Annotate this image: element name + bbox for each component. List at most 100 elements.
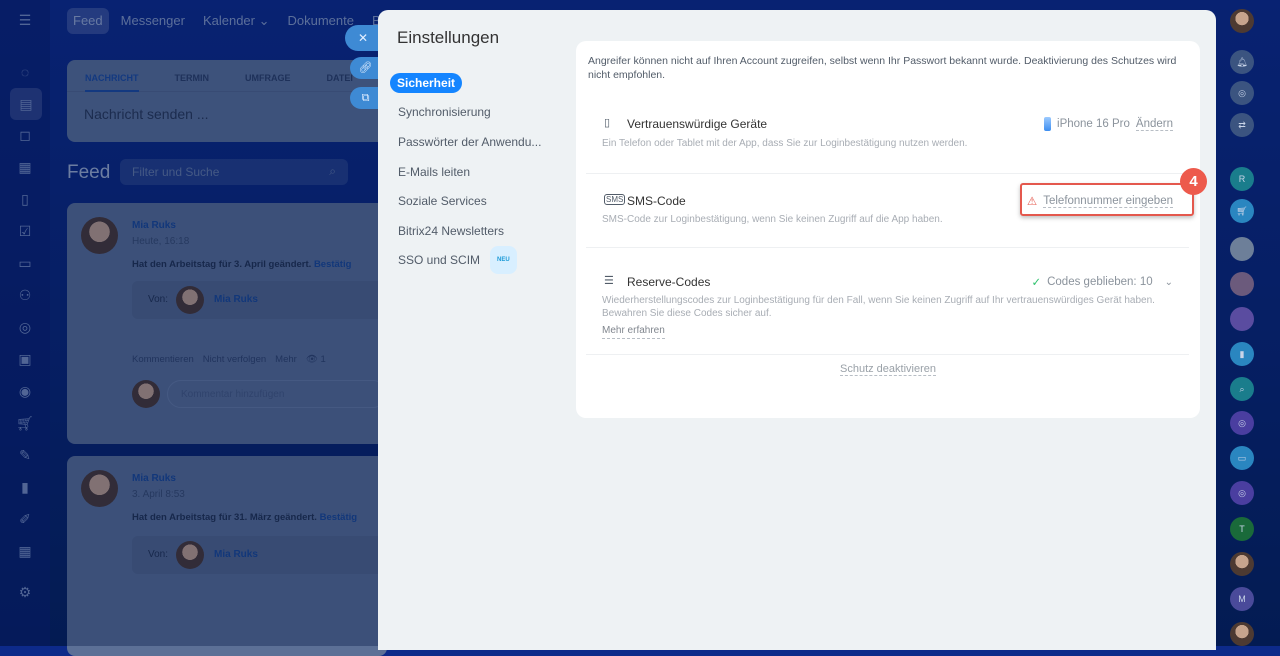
menu-item-email-forwarding[interactable]: E-Mails leiten xyxy=(390,157,549,187)
tasks-icon[interactable]: ☑ xyxy=(13,219,37,243)
codes-status[interactable]: ✓ Codes geblieben: 10 ⌄ xyxy=(1031,275,1173,289)
document-icon[interactable]: ▯ xyxy=(13,187,37,211)
trusted-devices-row: ▯ Vertrauenswürdige Geräte Ein Telefon o… xyxy=(586,99,1189,174)
user-avatar[interactable] xyxy=(1230,9,1254,33)
from-box: Von: Mia Ruks xyxy=(132,281,392,319)
feed-icon[interactable]: ▤ xyxy=(10,88,42,120)
menu-item-app-passwords[interactable]: Passwörter der Anwendu... xyxy=(390,127,549,157)
menu-item-label: Bitrix24 Newsletters xyxy=(398,223,505,238)
nav-feed[interactable]: Feed xyxy=(67,8,109,34)
schedule-icon[interactable]: ▦ xyxy=(13,539,37,563)
chat-avatar-t[interactable]: T xyxy=(1230,517,1254,541)
chat-icon[interactable]: ◻ xyxy=(13,123,37,147)
page-title: Einstellungen xyxy=(397,28,500,47)
post-text-body: Hat den Arbeitstag für 3. April geändert… xyxy=(132,259,312,270)
settings-menu: Sicherheit Synchronisierung Passwörter d… xyxy=(390,68,549,275)
open-new-window-button[interactable]: ⧉ xyxy=(350,87,381,109)
copy-link-button[interactable]: 🔗︎ xyxy=(350,57,381,79)
tab-umfrage[interactable]: UMFRAGE xyxy=(245,73,291,91)
avatar-letter: M xyxy=(1238,594,1246,604)
learn-more-link[interactable]: Mehr erfahren xyxy=(602,325,665,339)
filter-search-input[interactable]: Filter und Suche ⌕ xyxy=(120,159,348,185)
chat-avatar[interactable] xyxy=(1230,307,1254,331)
feed-post: Mia Ruks 3. April 8:53 Hat den Arbeitsta… xyxy=(67,456,392,656)
sites-icon[interactable]: ◎ xyxy=(13,315,37,339)
avatar-letter: T xyxy=(1239,524,1245,534)
unfollow-link[interactable]: Nicht verfolgen xyxy=(203,354,266,365)
search-chat-icon[interactable]: ⌕ xyxy=(1230,377,1254,401)
security-card: Angreifer können nicht auf Ihren Account… xyxy=(576,41,1207,418)
bookmark-icon[interactable]: ▮ xyxy=(1230,342,1254,366)
sign-icon[interactable]: ✎ xyxy=(13,443,37,467)
row-description: Ein Telefon oder Tablet mit der App, das… xyxy=(602,138,968,149)
menu-item-social-services[interactable]: Soziale Services xyxy=(390,186,549,216)
more-link[interactable]: Mehr xyxy=(275,354,297,365)
menu-item-synchronisierung[interactable]: Synchronisierung xyxy=(390,98,549,128)
chat-avatar-m[interactable]: M xyxy=(1230,587,1254,611)
target-icon[interactable]: ◉ xyxy=(13,379,37,403)
menu-item-sicherheit[interactable]: Sicherheit xyxy=(390,68,549,98)
chat-avatar[interactable] xyxy=(1230,272,1254,296)
post-date: Heute, 16:18 xyxy=(132,236,190,247)
nav-messenger[interactable]: Messenger xyxy=(115,8,191,34)
message-input[interactable]: Nachricht senden ... xyxy=(67,92,387,136)
views-count: 👁︎ 1 xyxy=(305,354,326,365)
menu-item-newsletters[interactable]: Bitrix24 Newsletters xyxy=(390,216,549,246)
deactivate-link[interactable]: Schutz deaktivieren xyxy=(840,363,936,376)
confirm-link[interactable]: Bestätig xyxy=(314,259,351,270)
post-text: Hat den Arbeitstag für 31. März geändert… xyxy=(132,512,357,523)
deactivate-protection: Schutz deaktivieren xyxy=(576,363,1200,376)
analytics-icon[interactable]: ▮ xyxy=(13,475,37,499)
tab-datei[interactable]: DATEI xyxy=(327,73,353,91)
nav-calendar[interactable]: Kalender ⌄ xyxy=(197,8,276,34)
post-author[interactable]: Mia Ruks xyxy=(132,473,176,484)
post-actions: Kommentieren Nicht verfolgen Mehr 👁︎ 1 xyxy=(132,354,326,365)
reserve-codes-row: ☰ Reserve-Codes Wiederherstellungscodes … xyxy=(586,248,1189,355)
close-button[interactable]: ✕ xyxy=(345,25,381,51)
chat-list-icon[interactable]: ⇄ xyxy=(1230,113,1254,137)
chat-avatar[interactable] xyxy=(1230,622,1254,646)
tab-termin[interactable]: TERMIN xyxy=(175,73,210,91)
message-chat-icon[interactable]: ▭ xyxy=(1230,446,1254,470)
avatar xyxy=(81,217,118,254)
left-sidebar: ☰ ◌ ▤ ◻ ▦ ▯ ☑ ▭ ⚇ ◎ ▣ ◉ 🛒︎ ✎ ▮ ✐ ▦ ⚙ xyxy=(0,0,50,646)
pen-icon[interactable]: ✐ xyxy=(13,507,37,531)
team-icon[interactable]: ⚇ xyxy=(13,283,37,307)
step-badge: 4 xyxy=(1180,168,1207,195)
copilot-chat-icon[interactable]: ◎ xyxy=(1230,411,1254,435)
tab-nachricht[interactable]: NACHRICHT xyxy=(85,73,139,92)
comment-input[interactable]: Kommentar hinzufügen xyxy=(167,380,387,408)
iphone-icon xyxy=(1044,117,1052,131)
chat-avatar[interactable] xyxy=(1230,552,1254,576)
avatar-letter: R xyxy=(1238,174,1246,184)
row-title: Vertrauenswürdige Geräte xyxy=(627,117,768,131)
filter-placeholder: Filter und Suche xyxy=(132,165,220,179)
cart-icon[interactable]: 🛒︎ xyxy=(13,411,37,435)
presentation-icon[interactable]: ▣ xyxy=(13,347,37,371)
activity-icon[interactable]: ◌ xyxy=(13,60,37,84)
copilot-icon[interactable]: ◎ xyxy=(1230,81,1254,105)
menu-item-sso-scim[interactable]: SSO und SCIM NEU xyxy=(390,246,549,276)
row-description: Wiederherstellungscodes zur Loginbestäti… xyxy=(602,295,1155,319)
menu-item-label: Synchronisierung xyxy=(398,105,491,120)
crm-icon[interactable]: ▭ xyxy=(13,251,37,275)
new-badge: NEU xyxy=(490,246,517,275)
avatar xyxy=(176,541,204,569)
from-box: Von: Mia Ruks xyxy=(132,536,392,574)
chat-avatar-cart[interactable]: 🛒︎ xyxy=(1230,199,1254,223)
gear-icon[interactable]: ⚙ xyxy=(13,580,37,604)
chat-avatar[interactable] xyxy=(1230,237,1254,261)
chat-avatar-r[interactable]: R xyxy=(1230,167,1254,191)
post-author[interactable]: Mia Ruks xyxy=(132,220,176,231)
confirm-link[interactable]: Bestätig xyxy=(320,512,357,523)
post-text: Hat den Arbeitstag für 3. April geändert… xyxy=(132,259,351,270)
chevron-down-icon[interactable]: ⌄ xyxy=(1165,277,1173,288)
menu-icon[interactable]: ☰ xyxy=(13,8,37,32)
calendar-icon[interactable]: ▦ xyxy=(13,155,37,179)
bell-icon[interactable]: 🔔︎ xyxy=(1230,50,1254,74)
comment-link[interactable]: Kommentieren xyxy=(132,354,194,365)
copilot-chat-icon[interactable]: ◎ xyxy=(1230,481,1254,505)
from-name[interactable]: Mia Ruks xyxy=(214,294,258,305)
from-name[interactable]: Mia Ruks xyxy=(214,549,258,560)
change-device-link[interactable]: Ändern xyxy=(1135,118,1173,131)
